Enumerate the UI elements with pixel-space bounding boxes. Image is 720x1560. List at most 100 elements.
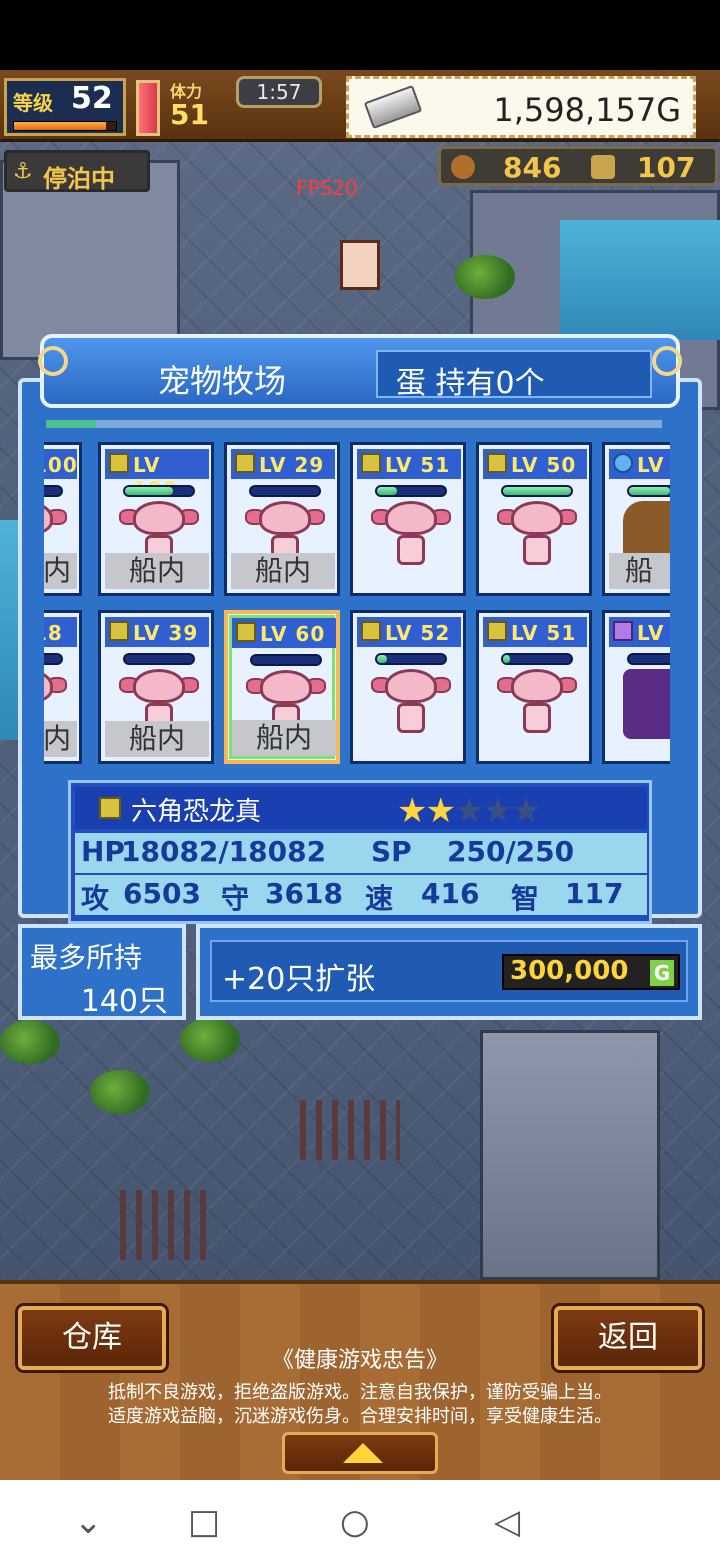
star-icon: ★ [482,791,513,831]
pet-sprite-part [133,501,185,535]
star-icon: ★ [510,791,542,831]
pet-sprite-part [523,535,551,565]
resource1-value: 846 [503,151,562,184]
resource2-value: 107 [637,151,696,184]
max-capacity-value: 140只 [80,984,168,1019]
water-area [560,220,720,340]
pet-hp-fill [503,487,571,495]
pet-level: LV 60 [260,622,326,646]
pet-card[interactable]: LV 51 [350,442,466,596]
pet-level-bar: LV [609,449,670,479]
pet-hp-fill [503,655,510,663]
pet-level: LV 52 [385,621,451,645]
rank-icon [487,453,507,473]
pet-card[interactable]: LV 52 [350,610,466,764]
castle-tower [480,1030,660,1280]
int-label: 智 [511,882,540,915]
sp-label: SP [371,835,412,868]
level-value: 52 [71,81,113,116]
pet-level: LV [637,621,665,645]
pet-card[interactable]: LV 60 船内 [224,610,340,764]
pet-hp-bar [44,653,63,665]
hp-value: 18082/18082 [121,835,327,868]
stat-row-hp-sp: HP 18082/18082 SP 250/250 [75,833,647,873]
top-hud: 等级 52 体力 51 1:57 1,598,157G [0,70,720,142]
pet-card[interactable]: LV 29 船内 [224,442,340,596]
pet-card[interactable]: LV 51 [476,610,592,764]
pet-sprite-part [44,669,53,703]
pet-level-bar: LV 50 [483,449,587,479]
pet-list-scrollbar[interactable] [46,420,662,428]
chevron-down-icon[interactable]: ⌄ [74,1502,103,1542]
docked-status[interactable]: ⚓ 停泊中 [4,150,150,193]
pet-level-bar: LV 60 [232,618,336,648]
pet-rarity-stars: ★★★★★ [397,791,542,831]
pet-card[interactable]: LV 50 [476,442,592,596]
back-triangle-icon[interactable]: ◁ [494,1502,520,1542]
anchor-icon: ⚓ [13,159,33,184]
pet-card[interactable]: LV 船 [602,442,670,596]
pet-name: 六角恐龙真 [131,797,262,827]
rank-icon [613,453,633,473]
pet-sprite-part [511,669,563,703]
pet-hp-bar [250,654,322,666]
pet-location: 船内 [232,720,336,756]
health-notice-title: 《健康游戏忠告》 [271,1348,448,1373]
egg-count-label: 蛋 持有0个 [396,366,545,401]
pet-grid[interactable]: 100 船内 LV 100 船内 LV 29 船内 LV 51 LV 50 LV 船 18 内 LV 3… [44,442,670,766]
pet-hp-fill [125,487,173,495]
max-capacity-label: 最多所持 [30,941,143,974]
pet-level-bar: 100 [44,449,77,479]
pet-hp-bar [627,653,670,665]
material-icon [591,155,615,179]
corner-ornament [652,346,682,376]
player-level: 等级 52 [4,78,126,136]
rank-icon [99,797,121,819]
money-display: 1,598,157G [346,76,696,138]
pet-level-bar: LV 52 [357,617,461,647]
rank-icon [361,453,381,473]
pet-sprite-part [259,501,311,535]
pet-sprite-part [397,535,425,565]
money-value: 1,598,157G [493,91,681,129]
pet-level-bar: LV 51 [483,617,587,647]
level-label: 等级 [13,91,53,115]
fence [120,1190,210,1260]
pet-level: LV 51 [385,453,451,477]
spd-label: 速 [365,882,394,915]
sp-value: 250/250 [447,835,575,868]
expand-price: 300,000 G [502,954,680,990]
pet-card[interactable]: LV 39 船内 [98,610,214,764]
food-icon [451,155,475,179]
pet-sprite-part [397,703,425,733]
rank-icon [235,453,255,473]
pet-hp-fill [377,655,388,663]
pet-level: 100 [44,453,78,477]
home-circle-icon[interactable]: ○ [340,1502,370,1542]
time-display: 1:57 [236,76,322,108]
pet-name-row: 六角恐龙真 ★★★★★ [75,787,647,831]
recents-square-icon[interactable]: □ [188,1502,220,1542]
pet-level-bar: LV 100 [105,449,209,501]
pet-location: 船内 [105,553,209,589]
pet-card[interactable]: LV 100 船内 [98,442,214,596]
pet-sprite-part [385,669,437,703]
star-icon: ★ [453,791,485,831]
expand-capacity-button[interactable]: +20只扩张 300,000 G [210,940,688,1002]
pet-sprite-part [523,703,551,733]
pet-level-bar: LV 39 [105,617,209,647]
axolotl-pet-sprite [497,669,577,739]
pet-hp-fill [377,487,398,495]
pet-sprite-part [385,501,437,535]
expand-menu-button[interactable] [282,1432,438,1474]
rank-icon [109,453,129,473]
pet-info-panel: 六角恐龙真 ★★★★★ HP 18082/18082 SP 250/250 攻 … [68,780,652,924]
stat-row-combat: 攻 6503 守 3618 速 416 智 117 [75,875,647,915]
pet-card[interactable]: LV [602,610,670,764]
pet-card[interactable]: 18 内 [44,610,82,764]
fps-counter: FPS20 [296,176,358,200]
pet-card[interactable]: 100 船内 [44,442,82,596]
def-label: 守 [221,882,250,915]
scrollbar-thumb[interactable] [46,420,96,428]
hp-label: HP [81,835,125,868]
